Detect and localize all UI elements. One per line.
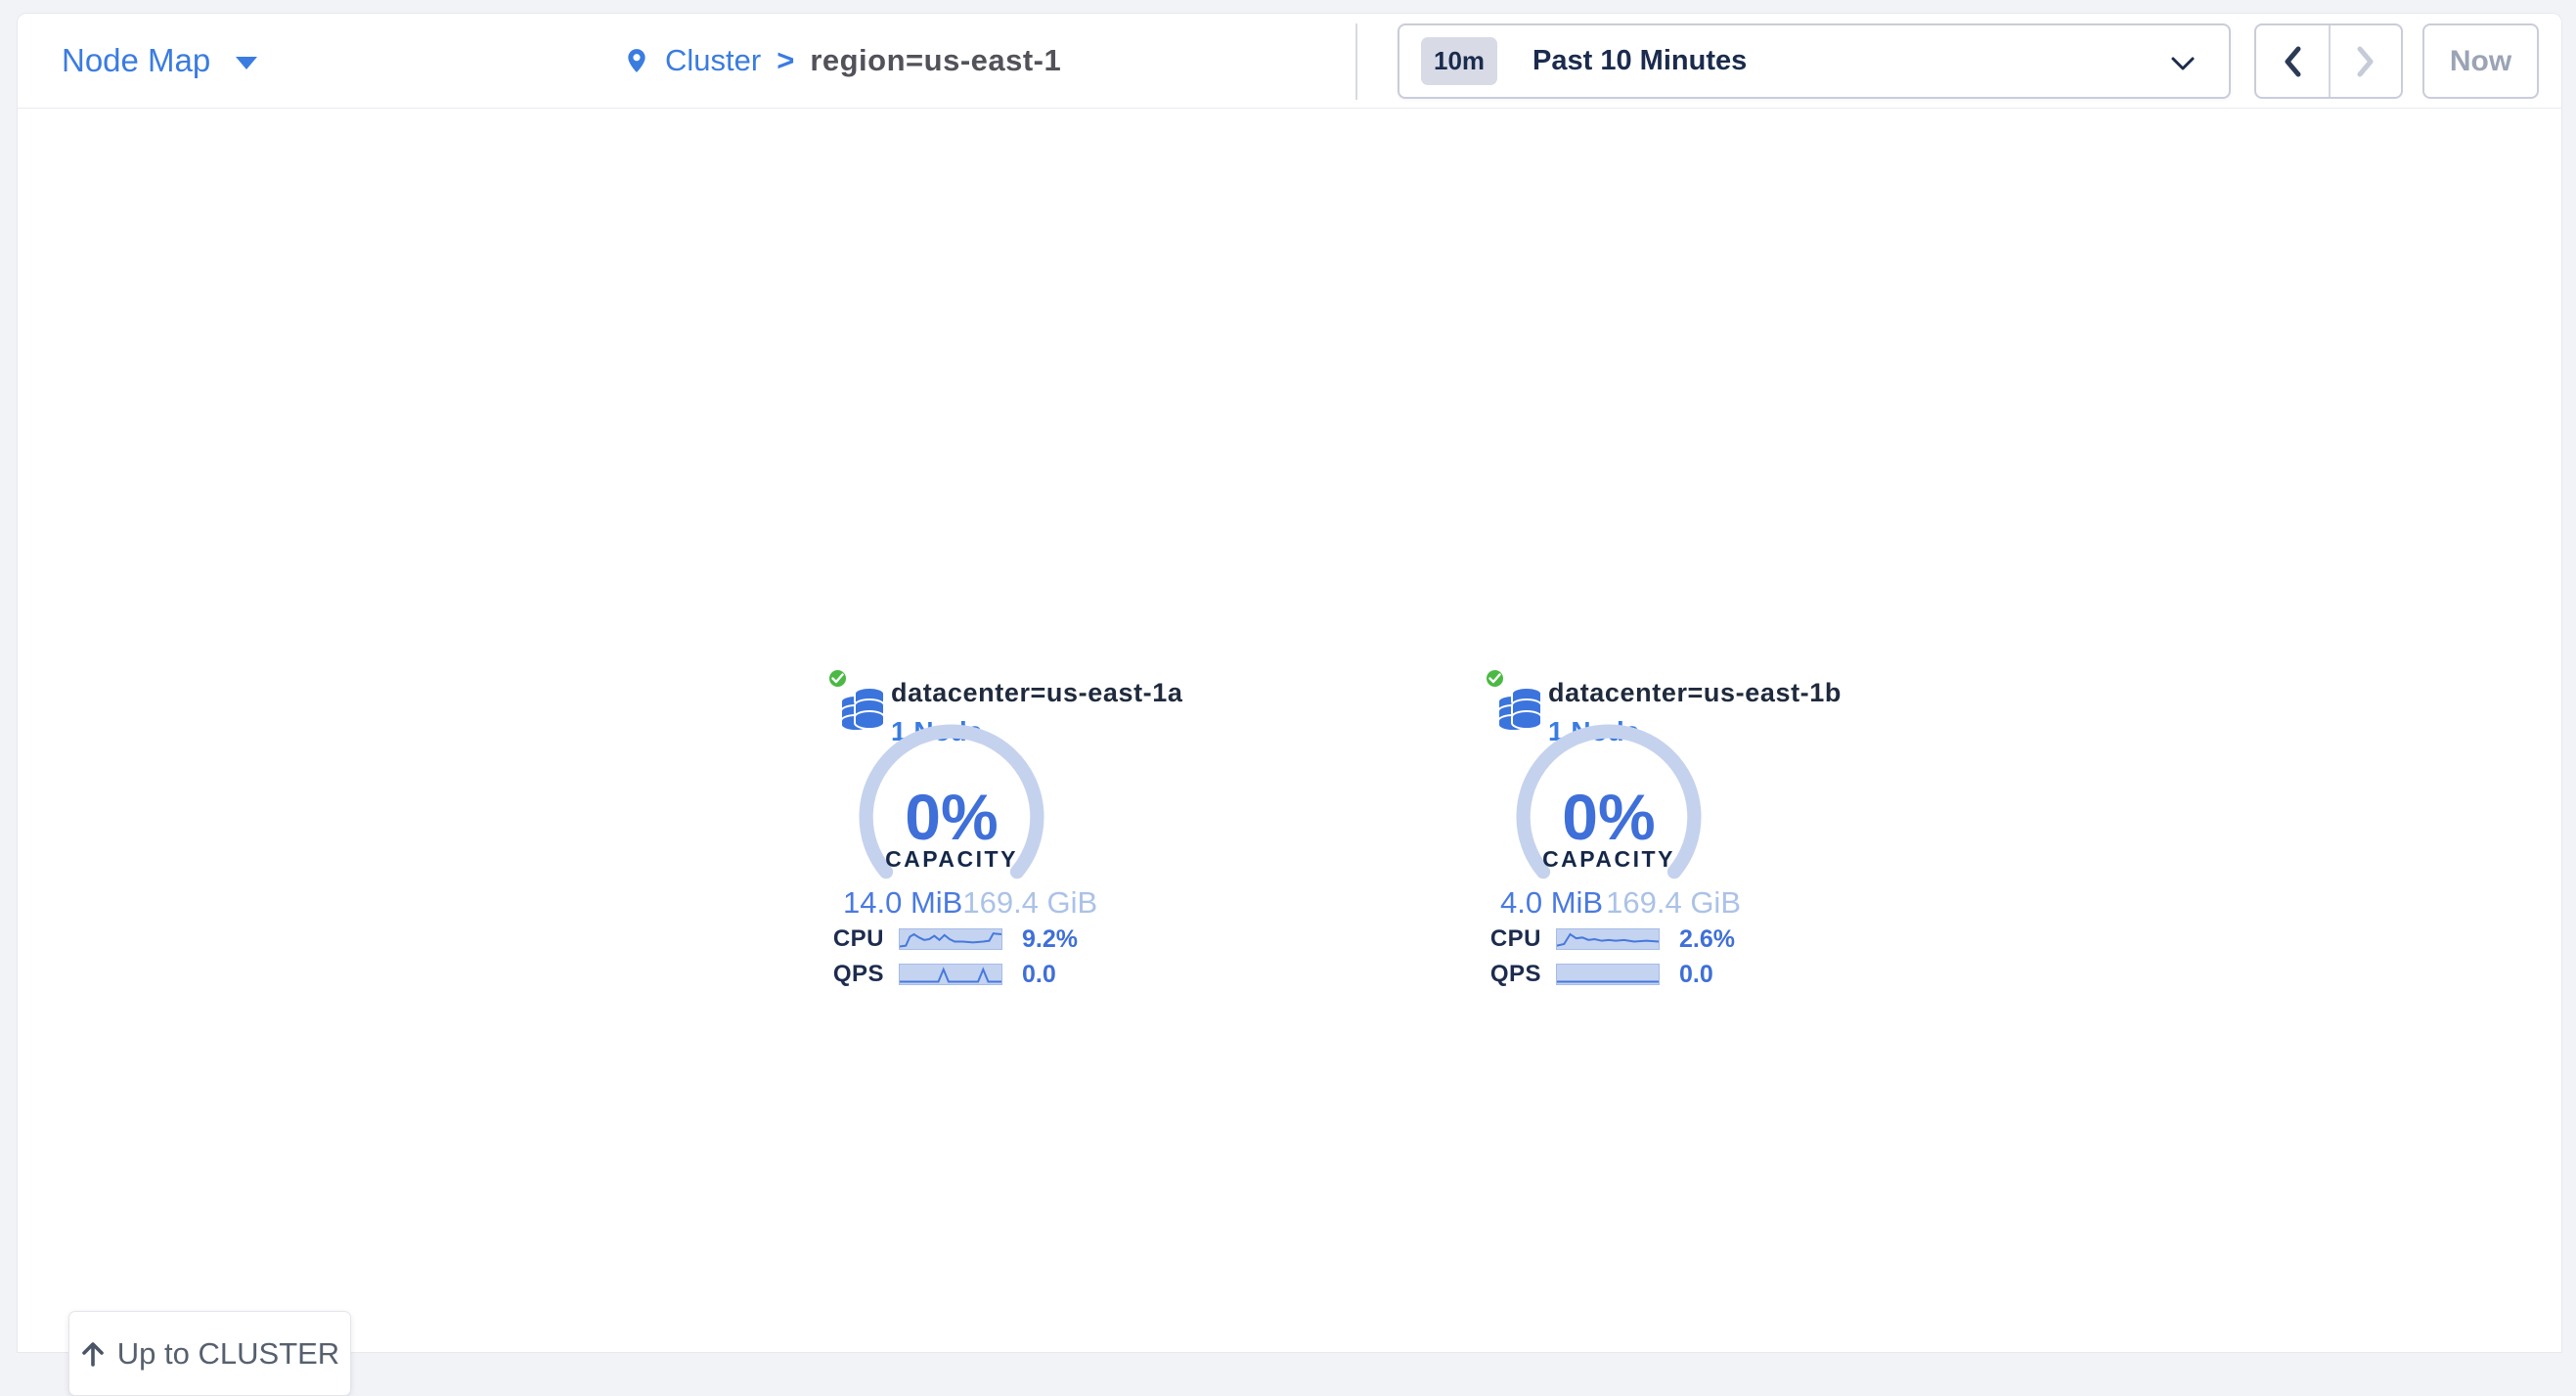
time-range-badge: 10m (1421, 37, 1497, 85)
capacity-caption: CAPACITY (859, 846, 1044, 873)
time-back-button[interactable] (2256, 25, 2329, 97)
node-map-canvas: datacenter=us-east-1a 1 Node 0% CAPACITY… (18, 109, 2561, 1353)
time-range-label: Past 10 Minutes (1532, 45, 1747, 77)
node-map-panel: Node Map Cluster > region=us-east-1 10m … (17, 13, 2562, 1353)
qps-value: 0.0 (1679, 961, 1713, 989)
healthy-check-icon (1485, 668, 1505, 689)
capacity-values: 14.0 MiB 169.4 GiB (843, 885, 1084, 921)
up-to-cluster-button[interactable]: Up to CLUSTER (68, 1311, 351, 1396)
arrow-up-icon (80, 1340, 106, 1368)
locality-title: datacenter=us-east-1a (891, 678, 1183, 708)
cpu-metric-row: CPU 2.6% (1485, 927, 1735, 951)
up-to-cluster-label: Up to CLUSTER (117, 1336, 339, 1372)
map-pin-icon (624, 43, 649, 78)
cpu-label: CPU (827, 925, 884, 953)
capacity-usable: 169.4 GiB (962, 885, 1097, 921)
cpu-label: CPU (1485, 925, 1541, 953)
time-forward-button[interactable] (2329, 25, 2401, 97)
qps-metric-row: QPS 0.0 (1485, 963, 1713, 986)
view-mode-dropdown[interactable]: Node Map (62, 14, 257, 108)
chevron-right-icon (2355, 45, 2376, 78)
locality-card-us-east-1a[interactable]: datacenter=us-east-1a 1 Node 0% CAPACITY… (827, 668, 1199, 991)
breadcrumb-cluster-link[interactable]: Cluster (665, 43, 761, 78)
chevron-left-icon (2282, 45, 2303, 78)
breadcrumb-current-locality: region=us-east-1 (810, 43, 1061, 78)
capacity-usable: 169.4 GiB (1606, 885, 1741, 921)
qps-sparkline (1556, 964, 1660, 985)
view-mode-label: Node Map (62, 42, 210, 79)
caret-down-icon (236, 57, 257, 69)
time-range-dropdown[interactable]: 10m Past 10 Minutes (1398, 23, 2231, 99)
qps-sparkline (899, 964, 1002, 985)
capacity-values: 4.0 MiB 169.4 GiB (1500, 885, 1741, 921)
capacity-used: 4.0 MiB (1500, 885, 1603, 921)
cpu-value: 9.2% (1022, 925, 1078, 954)
capacity-percent: 0% (859, 780, 1044, 854)
breadcrumb-separator: > (777, 43, 794, 78)
breadcrumb: Cluster > region=us-east-1 (624, 14, 1061, 108)
top-bar: Node Map Cluster > region=us-east-1 10m … (18, 14, 2561, 109)
locality-title: datacenter=us-east-1b (1548, 678, 1842, 708)
qps-label: QPS (827, 961, 884, 988)
qps-metric-row: QPS 0.0 (827, 963, 1056, 986)
now-button[interactable]: Now (2422, 23, 2539, 99)
locality-card-us-east-1b[interactable]: datacenter=us-east-1b 1 Node 0% CAPACITY… (1485, 668, 1856, 991)
capacity-caption: CAPACITY (1516, 846, 1702, 873)
capacity-percent: 0% (1516, 780, 1702, 854)
cpu-sparkline (1556, 928, 1660, 950)
cpu-value: 2.6% (1679, 925, 1735, 954)
healthy-check-icon (827, 668, 848, 689)
header-divider (1355, 23, 1357, 100)
cpu-sparkline (899, 928, 1002, 950)
chevron-down-icon (2170, 56, 2196, 71)
cpu-metric-row: CPU 9.2% (827, 927, 1078, 951)
qps-label: QPS (1485, 961, 1541, 988)
time-nav-group (2254, 23, 2403, 99)
qps-value: 0.0 (1022, 961, 1056, 989)
capacity-used: 14.0 MiB (843, 885, 962, 921)
